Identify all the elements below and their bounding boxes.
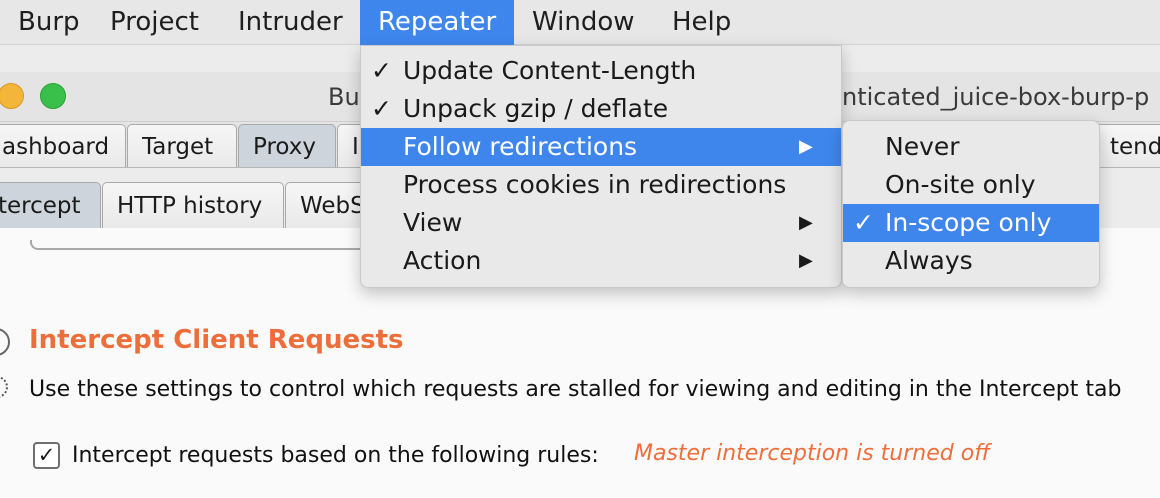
submenu-item-on-site-only[interactable]: On-site only bbox=[843, 166, 1099, 204]
submenu-arrow-icon: ▶ bbox=[799, 250, 813, 271]
menu-item-follow-redirections[interactable]: Follow redirections ▶ bbox=[361, 128, 841, 166]
menu-item-unpack-gzip[interactable]: ✓ Unpack gzip / deflate bbox=[361, 90, 841, 128]
menu-window[interactable]: Window bbox=[514, 0, 653, 45]
menu-item-label: Action bbox=[403, 246, 482, 275]
follow-redirections-submenu: Never On-site only ✓ In-scope only Alway… bbox=[842, 120, 1100, 288]
intercept-rules-label: Intercept requests based on the followin… bbox=[72, 443, 599, 468]
section-heading: Intercept Client Requests bbox=[29, 325, 404, 355]
menu-item-label: Process cookies in redirections bbox=[403, 170, 787, 199]
submenu-item-label: Never bbox=[885, 132, 960, 161]
menu-repeater[interactable]: Repeater bbox=[360, 0, 515, 45]
menu-item-process-cookies[interactable]: Process cookies in redirections bbox=[361, 166, 841, 204]
submenu-item-always[interactable]: Always bbox=[843, 242, 1099, 280]
master-interception-warning: Master interception is turned off bbox=[634, 441, 991, 466]
menu-bar: Burp Project Intruder Repeater Window He… bbox=[0, 0, 1160, 45]
minimize-button[interactable] bbox=[0, 83, 24, 109]
menu-item-view[interactable]: View ▶ bbox=[361, 204, 841, 242]
submenu-arrow-icon: ▶ bbox=[799, 136, 813, 157]
submenu-item-label: On-site only bbox=[885, 170, 1036, 199]
tab-proxy[interactable]: Proxy bbox=[238, 124, 336, 168]
checkmark-icon: ✓ bbox=[853, 208, 874, 237]
menu-project[interactable]: Project bbox=[92, 0, 217, 45]
submenu-item-never[interactable]: Never bbox=[843, 128, 1099, 166]
checkmark-icon: ✓ bbox=[371, 56, 392, 85]
menu-item-label: Follow redirections bbox=[403, 132, 638, 161]
tab-http-history[interactable]: HTTP history bbox=[102, 182, 284, 228]
tab-target[interactable]: Target bbox=[127, 124, 237, 168]
repeater-dropdown-menu: ✓ Update Content-Length ✓ Unpack gzip / … bbox=[360, 45, 842, 288]
menu-item-action[interactable]: Action ▶ bbox=[361, 242, 841, 280]
section-description: Use these settings to control which requ… bbox=[29, 377, 1122, 402]
submenu-item-label: In-scope only bbox=[885, 208, 1052, 237]
submenu-item-in-scope-only[interactable]: ✓ In-scope only bbox=[843, 204, 1099, 242]
menu-item-label: Unpack gzip / deflate bbox=[403, 94, 669, 123]
panel-edge bbox=[30, 240, 370, 250]
menu-item-label: Update Content-Length bbox=[403, 56, 697, 85]
tab-extender[interactable]: tende bbox=[1095, 124, 1160, 168]
window-title-end: nticated_juice-box-burp-p bbox=[842, 83, 1150, 111]
tab-intercept[interactable]: tercept bbox=[0, 182, 101, 228]
submenu-arrow-icon: ▶ bbox=[799, 212, 813, 233]
tab-dashboard[interactable]: ashboard bbox=[0, 124, 126, 168]
menu-intruder[interactable]: Intruder bbox=[220, 0, 361, 45]
menu-help[interactable]: Help bbox=[654, 0, 749, 45]
menu-item-label: View bbox=[403, 208, 463, 237]
zoom-button[interactable] bbox=[40, 83, 66, 109]
window-title-start: Bu bbox=[328, 83, 360, 111]
checkmark-icon: ✓ bbox=[371, 94, 392, 123]
submenu-item-label: Always bbox=[885, 246, 973, 275]
menu-item-update-content-length[interactable]: ✓ Update Content-Length bbox=[361, 52, 841, 90]
menu-burp[interactable]: Burp bbox=[0, 0, 98, 45]
intercept-rules-checkbox[interactable]: ✓ bbox=[33, 442, 60, 469]
